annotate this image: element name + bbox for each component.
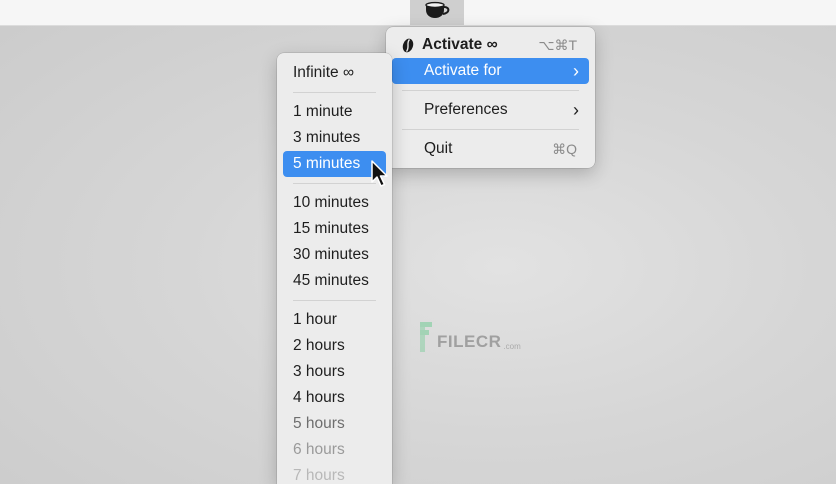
separator [293, 300, 376, 301]
submenu-item-7-hours[interactable]: 7 hours [283, 463, 386, 484]
submenu-item-label: 1 minute [293, 103, 353, 120]
coffee-bean-icon [402, 38, 414, 53]
submenu-item-1-minute[interactable]: 1 minute [283, 99, 386, 125]
separator [402, 129, 579, 130]
main-menu: Activate ∞ ⌥⌘T Activate for › Preference… [386, 27, 595, 168]
coffee-cup-icon [422, 0, 452, 25]
submenu-item-label: 1 hour [293, 311, 337, 328]
activate-shortcut: ⌥⌘T [538, 36, 577, 53]
submenu-item-label: 3 hours [293, 363, 345, 380]
activate-for-submenu: Infinite ∞ 1 minute 3 minutes 5 minutes … [277, 53, 392, 484]
separator [402, 90, 579, 91]
watermark-logo-icon [418, 322, 434, 352]
watermark-domain: .com [503, 342, 521, 351]
separator [293, 183, 376, 184]
submenu-item-30-minutes[interactable]: 30 minutes [283, 242, 386, 268]
submenu-item-label: 10 minutes [293, 194, 369, 211]
submenu-item-label: 4 hours [293, 389, 345, 406]
watermark-text: FILECR [437, 332, 502, 351]
submenu-item-label: 45 minutes [293, 272, 369, 289]
submenu-item-5-hours[interactable]: 5 hours [283, 411, 386, 437]
preferences-item[interactable]: Preferences › [392, 97, 589, 123]
quit-shortcut: ⌘Q [552, 140, 577, 157]
submenu-item-label: 2 hours [293, 337, 345, 354]
menu-bar [0, 0, 836, 26]
submenu-item-label: Infinite ∞ [293, 64, 355, 81]
submenu-item-label: 15 minutes [293, 220, 369, 237]
submenu-item-2-hours[interactable]: 2 hours [283, 333, 386, 359]
preferences-label: Preferences [424, 101, 508, 118]
submenu-item-infinite[interactable]: Infinite ∞ [283, 60, 386, 86]
watermark: FILECR .com [418, 322, 521, 352]
chevron-right-icon: › [573, 61, 579, 81]
submenu-item-4-hours[interactable]: 4 hours [283, 385, 386, 411]
submenu-item-3-hours[interactable]: 3 hours [283, 359, 386, 385]
status-item-amphetamine[interactable] [410, 0, 464, 25]
submenu-item-10-minutes[interactable]: 10 minutes [283, 190, 386, 216]
quit-item[interactable]: Quit ⌘Q [392, 136, 589, 162]
submenu-item-3-minutes[interactable]: 3 minutes [283, 125, 386, 151]
submenu-item-label: 5 minutes [293, 155, 361, 172]
mouse-pointer-icon [371, 160, 389, 193]
submenu-item-15-minutes[interactable]: 15 minutes [283, 216, 386, 242]
activate-for-label: Activate for [424, 62, 502, 79]
submenu-item-label: 5 hours [293, 415, 345, 432]
activate-for-item[interactable]: Activate for › [392, 58, 589, 84]
submenu-item-label: 7 hours [293, 467, 345, 484]
submenu-item-1-hour[interactable]: 1 hour [283, 307, 386, 333]
chevron-right-icon: › [573, 100, 579, 120]
separator [293, 92, 376, 93]
quit-label: Quit [424, 140, 453, 157]
submenu-item-label: 30 minutes [293, 246, 369, 263]
activate-item[interactable]: Activate ∞ ⌥⌘T [392, 32, 589, 58]
submenu-item-label: 3 minutes [293, 129, 361, 146]
submenu-item-45-minutes[interactable]: 45 minutes [283, 268, 386, 294]
submenu-item-6-hours[interactable]: 6 hours [283, 437, 386, 463]
submenu-item-label: 6 hours [293, 441, 345, 458]
activate-label: Activate ∞ [422, 36, 498, 53]
